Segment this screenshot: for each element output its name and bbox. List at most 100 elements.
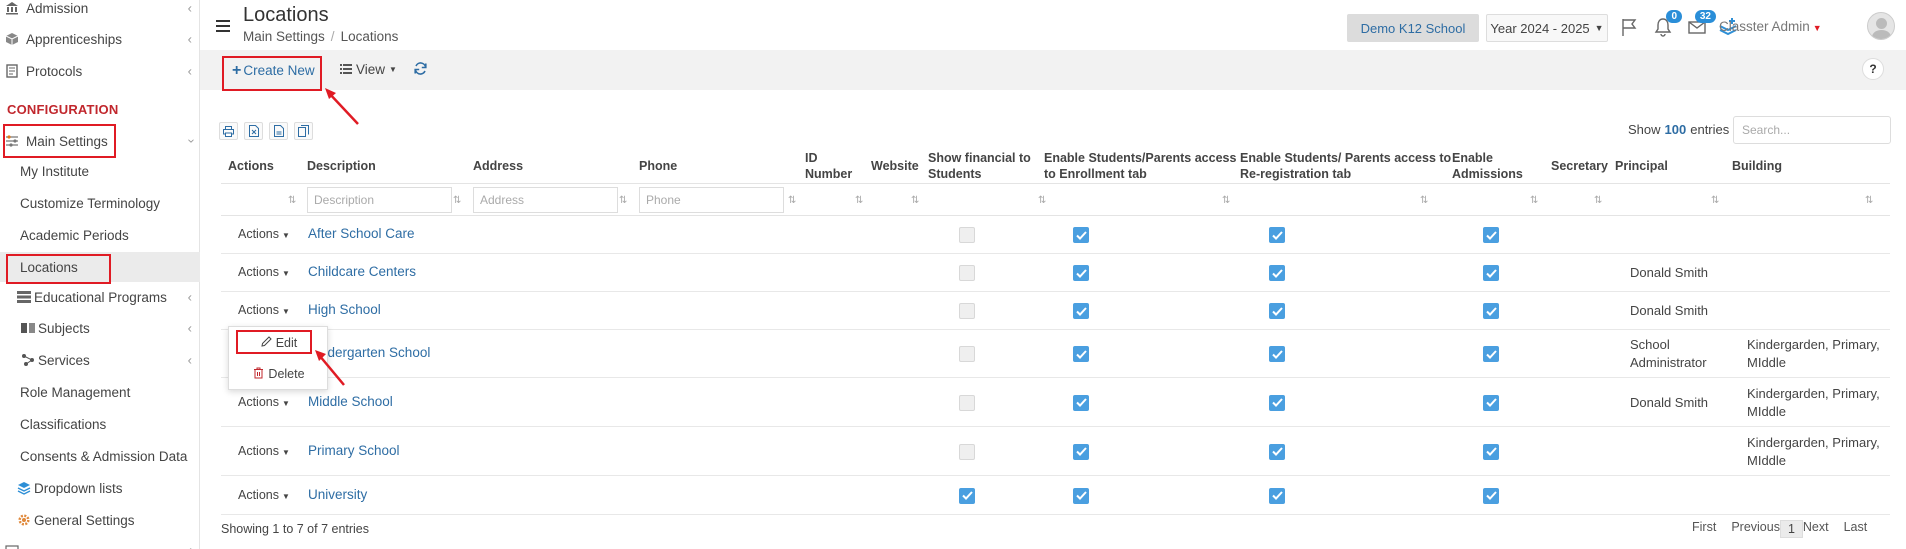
- col-header-building[interactable]: Building: [1732, 158, 1782, 174]
- sort-icon[interactable]: ⇅: [1420, 195, 1428, 206]
- show-financial-checkbox[interactable]: [959, 487, 975, 504]
- reregistration-access-checkbox[interactable]: [1269, 346, 1285, 362]
- admissions-checkbox[interactable]: [1483, 346, 1499, 362]
- sidebar-item-dropdown-lists[interactable]: Dropdown lists: [0, 473, 200, 503]
- col-header-id-number[interactable]: ID Number: [805, 150, 852, 182]
- row-actions-button[interactable]: Actions▼: [238, 444, 290, 458]
- pager-last[interactable]: Last: [1844, 520, 1868, 538]
- sidebar-item-customize-terminology[interactable]: Customize Terminology: [0, 188, 200, 218]
- flag-icon[interactable]: [1618, 15, 1642, 39]
- sort-icon[interactable]: ⇅: [619, 195, 627, 206]
- sort-icon[interactable]: ⇅: [288, 195, 296, 206]
- enrollment-access-checkbox[interactable]: [1073, 303, 1089, 319]
- sort-icon[interactable]: ⇅: [1711, 195, 1719, 206]
- sidebar-item-my-institute[interactable]: My Institute: [0, 156, 200, 186]
- sidebar-item-subjects[interactable]: Subjects ‹: [0, 313, 200, 343]
- refresh-icon[interactable]: [413, 61, 428, 80]
- sidebar-item-locations[interactable]: Locations: [0, 252, 200, 282]
- admissions-checkbox[interactable]: [1483, 227, 1499, 243]
- reregistration-access-checkbox[interactable]: [1269, 443, 1285, 460]
- reregistration-access-checkbox[interactable]: [1269, 487, 1285, 504]
- location-name-link[interactable]: High School: [308, 302, 381, 317]
- sort-icon[interactable]: ⇅: [453, 195, 461, 206]
- row-actions-button[interactable]: Actions▼: [238, 265, 290, 279]
- sidebar-item-admission[interactable]: Admission ‹: [0, 0, 200, 23]
- bell-icon[interactable]: 0: [1651, 10, 1682, 39]
- col-header-address[interactable]: Address: [473, 158, 523, 174]
- sidebar-item-protocols[interactable]: Protocols ‹: [0, 56, 200, 86]
- sidebar-item-classifications[interactable]: Classifications: [0, 409, 200, 439]
- enrollment-access-checkbox[interactable]: [1073, 265, 1089, 281]
- pager-first[interactable]: First: [1692, 520, 1716, 538]
- avatar[interactable]: [1867, 12, 1895, 40]
- help-button[interactable]: ?: [1862, 58, 1884, 80]
- col-header-reregistration-access[interactable]: Enable Students/ Parents access to Re-re…: [1240, 150, 1451, 182]
- reregistration-access-checkbox[interactable]: [1269, 227, 1285, 243]
- location-name-link[interactable]: Childcare Centers: [308, 264, 416, 279]
- view-dropdown-button[interactable]: View ▼: [340, 62, 397, 77]
- col-header-phone[interactable]: Phone: [639, 158, 677, 174]
- show-financial-checkbox[interactable]: [959, 346, 975, 362]
- page-length-select[interactable]: 100: [1665, 122, 1687, 137]
- user-menu[interactable]: Classter Admin ▼: [1719, 19, 1822, 34]
- row-actions-button[interactable]: Actions▼: [238, 488, 290, 502]
- reregistration-access-checkbox[interactable]: [1269, 303, 1285, 319]
- sidebar-item-educational-programs[interactable]: Educational Programs ‹: [0, 282, 200, 312]
- admissions-checkbox[interactable]: [1483, 487, 1499, 504]
- enrollment-access-checkbox[interactable]: [1073, 487, 1089, 504]
- address-filter-input[interactable]: Address: [473, 187, 618, 213]
- row-actions-button[interactable]: Actions▼: [238, 227, 290, 241]
- school-selector-button[interactable]: Demo K12 School: [1347, 14, 1479, 42]
- pager-next[interactable]: Next: [1803, 520, 1829, 538]
- col-header-description[interactable]: Description: [307, 158, 376, 174]
- sort-icon[interactable]: ⇅: [855, 195, 863, 206]
- phone-filter-input[interactable]: Phone: [639, 187, 784, 213]
- sidebar-item-apprenticeships[interactable]: Apprenticeships ‹: [0, 24, 200, 54]
- show-financial-checkbox[interactable]: [959, 227, 975, 243]
- sort-icon[interactable]: ⇅: [1530, 195, 1538, 206]
- hamburger-menu-icon[interactable]: [216, 20, 230, 32]
- sidebar-item-cutoff[interactable]: ‹: [0, 535, 200, 549]
- col-header-secretary[interactable]: Secretary: [1551, 158, 1608, 174]
- breadcrumb-item[interactable]: Main Settings: [243, 29, 325, 44]
- col-header-website[interactable]: Website: [871, 158, 919, 174]
- admissions-checkbox[interactable]: [1483, 303, 1499, 319]
- sidebar-item-services[interactable]: Services ‹: [0, 345, 200, 375]
- edit-menu-item[interactable]: Edit: [229, 330, 329, 356]
- description-filter-input[interactable]: Description: [307, 187, 452, 213]
- excel-file-icon[interactable]: [244, 122, 263, 140]
- sort-icon[interactable]: ⇅: [788, 195, 796, 206]
- sidebar-item-main-settings[interactable]: Main Settings ‹: [0, 126, 200, 156]
- pager-previous[interactable]: Previous: [1731, 520, 1780, 538]
- delete-menu-item[interactable]: Delete: [229, 361, 329, 387]
- col-header-show-financial[interactable]: Show financial to Students: [928, 150, 1031, 182]
- sidebar-item-consents-admission-data[interactable]: Consents & Admission Data: [0, 441, 200, 471]
- location-name-link[interactable]: After School Care: [308, 226, 415, 241]
- sort-icon[interactable]: ⇅: [1865, 195, 1873, 206]
- show-financial-checkbox[interactable]: [959, 443, 975, 460]
- mail-icon[interactable]: 32: [1685, 10, 1716, 39]
- enrollment-access-checkbox[interactable]: [1073, 227, 1089, 243]
- location-name-link[interactable]: Middle School: [308, 394, 393, 409]
- sidebar-item-general-settings[interactable]: General Settings: [0, 505, 200, 535]
- enrollment-access-checkbox[interactable]: [1073, 443, 1089, 460]
- row-actions-button[interactable]: Actions▼: [238, 395, 290, 409]
- admissions-checkbox[interactable]: [1483, 443, 1499, 460]
- col-header-enrollment-access[interactable]: Enable Students/Parents access to Enroll…: [1044, 150, 1236, 182]
- enrollment-access-checkbox[interactable]: [1073, 394, 1089, 411]
- admissions-checkbox[interactable]: [1483, 394, 1499, 411]
- row-actions-button[interactable]: Actions▼: [238, 303, 290, 317]
- show-financial-checkbox[interactable]: [959, 303, 975, 319]
- reregistration-access-checkbox[interactable]: [1269, 265, 1285, 281]
- location-name-link[interactable]: Primary School: [308, 443, 400, 458]
- search-input[interactable]: Search...: [1733, 116, 1891, 144]
- pdf-file-icon[interactable]: [269, 122, 288, 140]
- pager-page[interactable]: 1: [1779, 520, 1803, 538]
- create-new-button[interactable]: + Create New: [232, 62, 315, 80]
- sort-icon[interactable]: ⇅: [1222, 195, 1230, 206]
- location-name-link[interactable]: University: [308, 487, 367, 502]
- year-selector[interactable]: Year 2024 - 2025 ▼: [1486, 14, 1608, 42]
- reregistration-access-checkbox[interactable]: [1269, 394, 1285, 411]
- sidebar-item-role-management[interactable]: Role Management: [0, 377, 200, 407]
- sort-icon[interactable]: ⇅: [911, 195, 919, 206]
